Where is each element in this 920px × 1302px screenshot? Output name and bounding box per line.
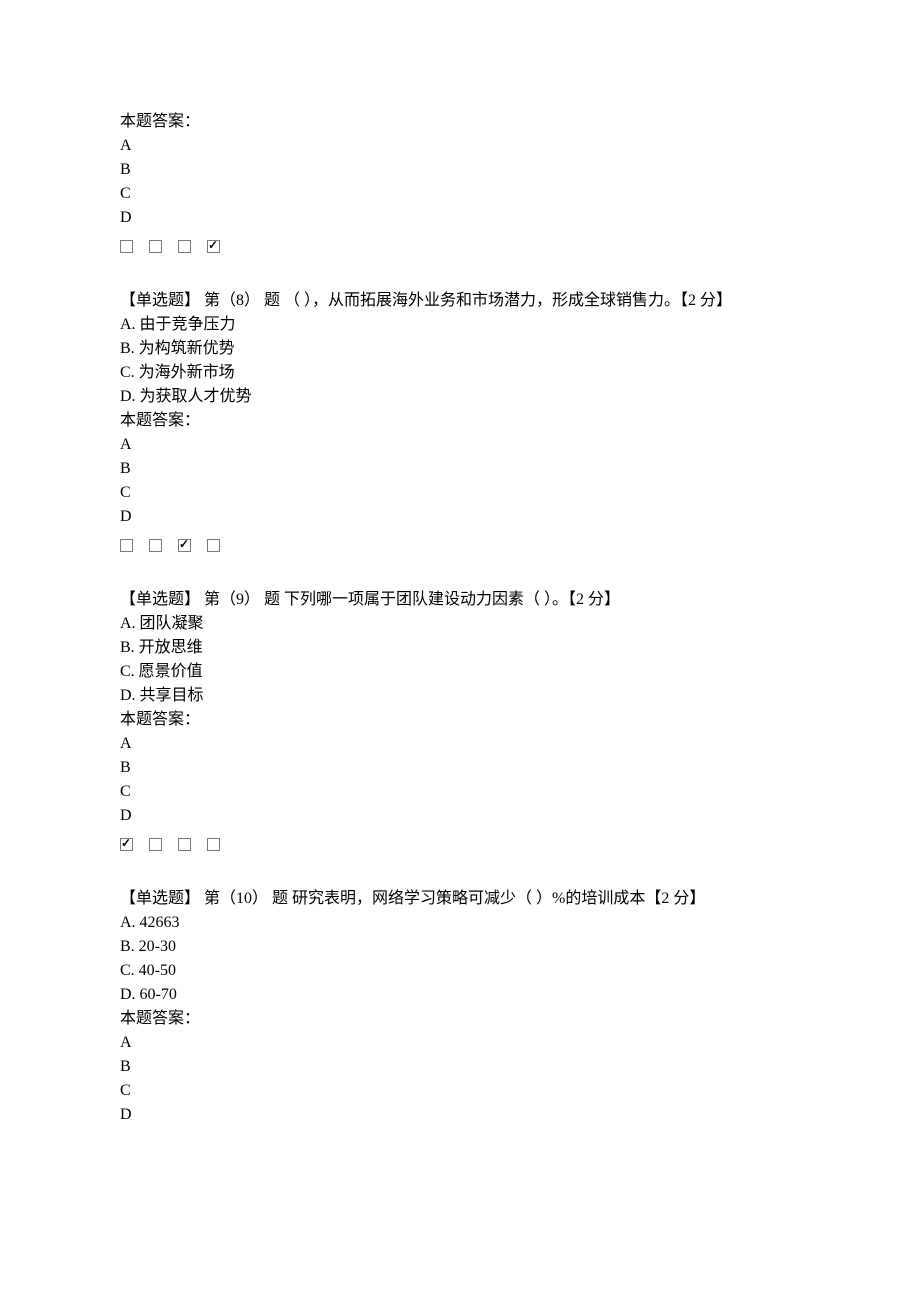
- answer-letter-d: D: [120, 804, 800, 828]
- answer-letter-a: A: [120, 134, 800, 158]
- checkbox-row: [120, 240, 800, 253]
- question-8-option-a: A. 由于竞争压力: [120, 313, 800, 337]
- answer-letter-b: B: [120, 158, 800, 182]
- answer-letter-d: D: [120, 1103, 800, 1127]
- question-10-option-b: B. 20-30: [120, 935, 800, 959]
- question-prev-answer-block: 本题答案： A B C D: [120, 110, 800, 253]
- answer-letter-b: B: [120, 1055, 800, 1079]
- answer-label: 本题答案：: [120, 110, 800, 134]
- answer-letter-b: B: [120, 756, 800, 780]
- question-10-block: 【单选题】 第（10） 题 研究表明，网络学习策略可减少（ ）%的培训成本【2 …: [120, 887, 800, 1127]
- question-8-header: 【单选题】 第（8） 题 （ ），从而拓展海外业务和市场潜力，形成全球销售力。【…: [120, 289, 800, 313]
- answer-letter-c: C: [120, 780, 800, 804]
- checkbox-d[interactable]: [207, 539, 220, 552]
- question-8-block: 【单选题】 第（8） 题 （ ），从而拓展海外业务和市场潜力，形成全球销售力。【…: [120, 289, 800, 552]
- answer-label: 本题答案：: [120, 708, 800, 732]
- checkbox-b[interactable]: [149, 838, 162, 851]
- answer-letter-c: C: [120, 481, 800, 505]
- question-8-option-b: B. 为构筑新优势: [120, 337, 800, 361]
- question-10-option-d: D. 60-70: [120, 983, 800, 1007]
- checkbox-a[interactable]: [120, 240, 133, 253]
- question-9-option-a: A. 团队凝聚: [120, 612, 800, 636]
- checkbox-a[interactable]: [120, 838, 133, 851]
- checkbox-c[interactable]: [178, 838, 191, 851]
- question-9-option-d: D. 共享目标: [120, 684, 800, 708]
- question-10-option-a: A. 42663: [120, 911, 800, 935]
- question-10-option-c: C. 40-50: [120, 959, 800, 983]
- checkbox-d[interactable]: [207, 240, 220, 253]
- answer-letter-a: A: [120, 1031, 800, 1055]
- question-10-header: 【单选题】 第（10） 题 研究表明，网络学习策略可减少（ ）%的培训成本【2 …: [120, 887, 800, 911]
- question-9-header: 【单选题】 第（9） 题 下列哪一项属于团队建设动力因素（ ）。【2 分】: [120, 588, 800, 612]
- question-9-option-c: C. 愿景价值: [120, 660, 800, 684]
- question-9-option-b: B. 开放思维: [120, 636, 800, 660]
- answer-label: 本题答案：: [120, 1007, 800, 1031]
- checkbox-b[interactable]: [149, 240, 162, 253]
- answer-letter-d: D: [120, 206, 800, 230]
- checkbox-c[interactable]: [178, 240, 191, 253]
- answer-label: 本题答案：: [120, 409, 800, 433]
- checkbox-c[interactable]: [178, 539, 191, 552]
- checkbox-row: [120, 539, 800, 552]
- checkbox-a[interactable]: [120, 539, 133, 552]
- question-8-option-d: D. 为获取人才优势: [120, 385, 800, 409]
- checkbox-d[interactable]: [207, 838, 220, 851]
- answer-letter-b: B: [120, 457, 800, 481]
- answer-letter-a: A: [120, 433, 800, 457]
- answer-letter-c: C: [120, 1079, 800, 1103]
- answer-letter-c: C: [120, 182, 800, 206]
- checkbox-row: [120, 838, 800, 851]
- checkbox-b[interactable]: [149, 539, 162, 552]
- question-8-option-c: C. 为海外新市场: [120, 361, 800, 385]
- answer-letter-a: A: [120, 732, 800, 756]
- question-9-block: 【单选题】 第（9） 题 下列哪一项属于团队建设动力因素（ ）。【2 分】 A.…: [120, 588, 800, 851]
- answer-letter-d: D: [120, 505, 800, 529]
